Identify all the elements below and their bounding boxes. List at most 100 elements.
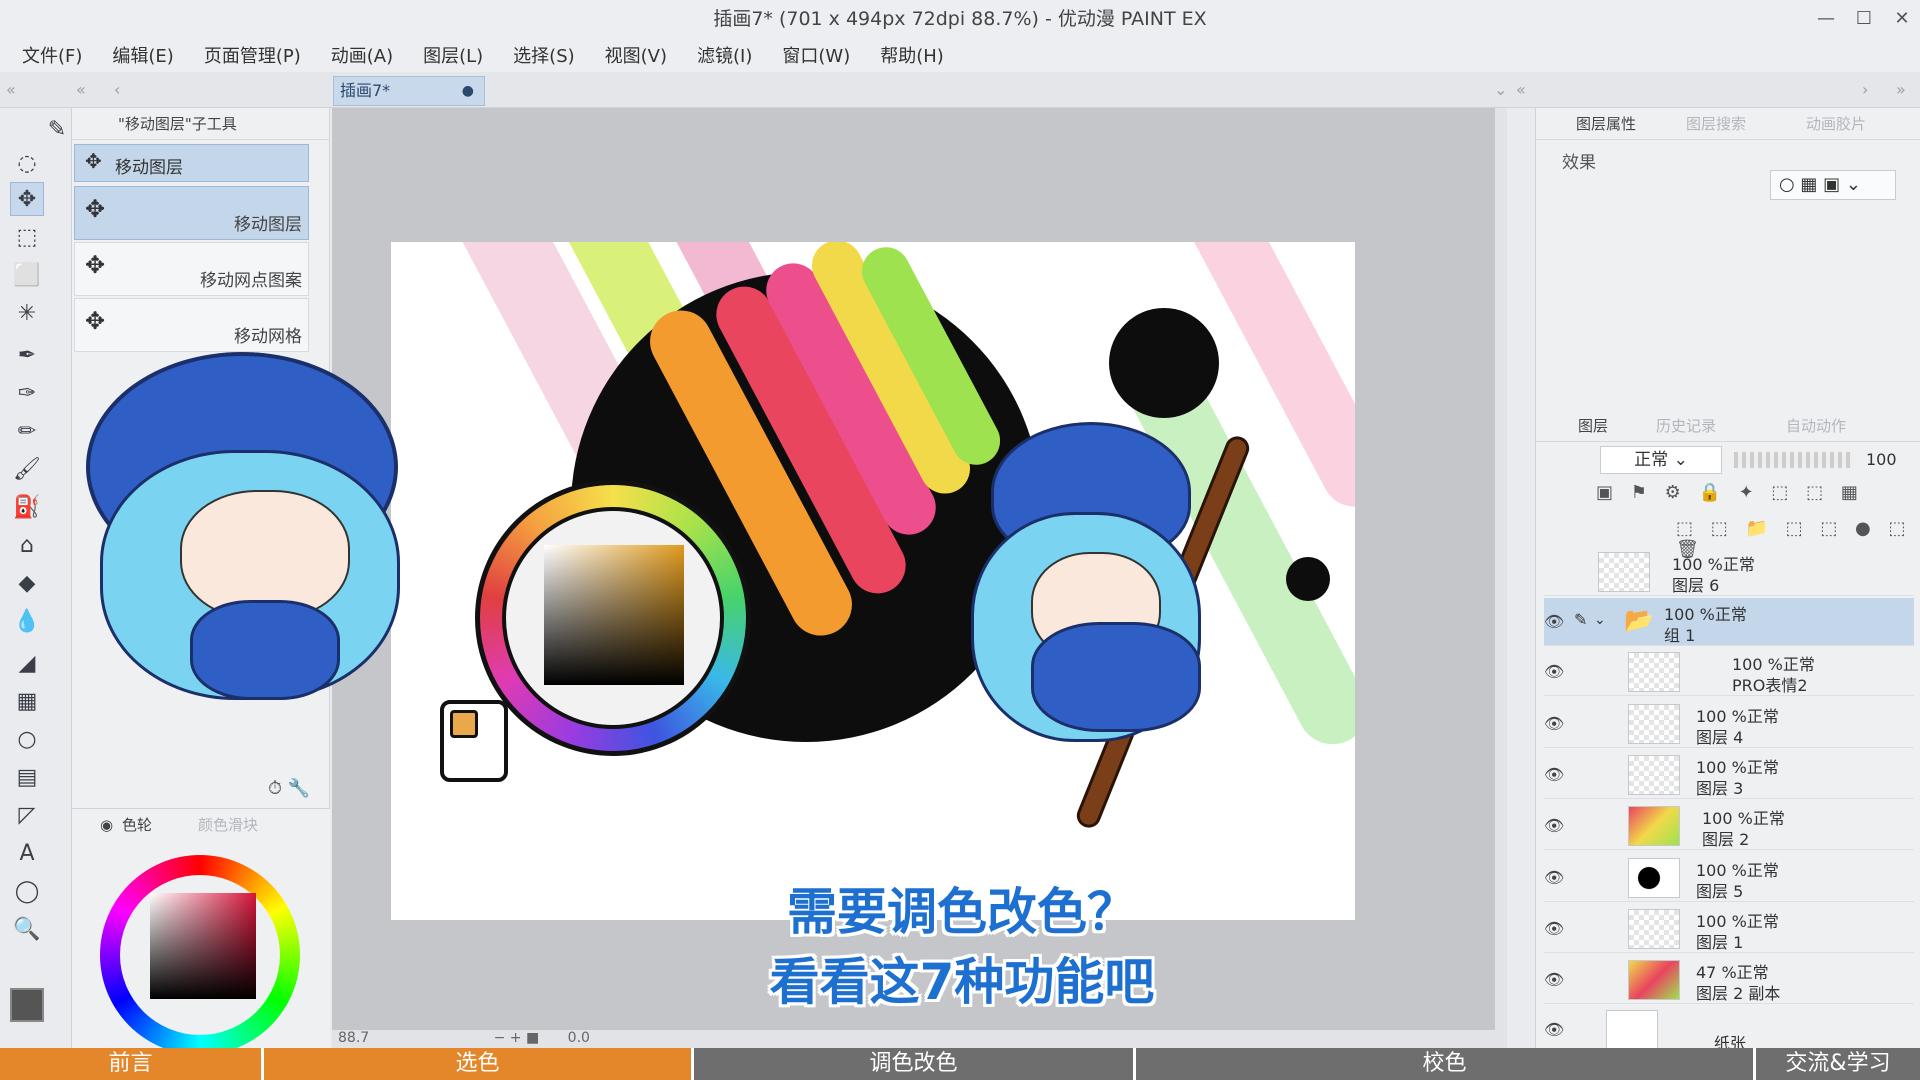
sub-tool-item-label: 移动网格 [234,327,302,347]
layer-row[interactable]: 👁 100 %正常 图层 2 [1544,802,1914,850]
blend-tool-icon[interactable]: 💧 [10,604,44,638]
layer-row[interactable]: 👁 47 %正常 图层 2 副本 [1544,956,1914,1004]
menu-filter[interactable]: 滤镜(I) [697,42,752,68]
color-sv-square[interactable] [150,893,256,999]
marquee-tool-icon[interactable]: ⬜ [10,258,44,292]
shape-tool-icon[interactable]: ○ [10,722,44,756]
frame-tool-icon[interactable]: ▤ [10,760,44,794]
scroll-left-icon[interactable]: ‹ [114,80,120,99]
pen-tool-icon[interactable]: ✑ [10,376,44,410]
eye-icon[interactable]: 👁 [1544,714,1564,733]
sub-tool-item-move-layer[interactable]: ✥ 移动图层 [74,186,309,240]
ruler-tool-icon[interactable]: ◸ [10,798,44,832]
layer-thumbnail [1628,652,1680,692]
chapter-proof-color[interactable]: 校色 [1136,1048,1756,1080]
tab-layer-search[interactable]: 图层搜索 [1686,108,1746,140]
layer-row[interactable]: 👁 100 %正常 图层 3 [1544,751,1914,799]
close-button[interactable]: ✕ [1892,0,1912,38]
scroll-right-icon[interactable]: › [1862,80,1868,99]
collapse-right-icon[interactable]: « [1516,80,1526,99]
tab-canvas[interactable]: 插画7* ● [333,76,485,106]
sub-tool-group[interactable]: ✥ 移动图层 [74,144,309,182]
tab-layer[interactable]: 图层 [1578,410,1608,442]
layer-row[interactable]: 👁 100 %正常 图层 4 [1544,700,1914,748]
artwork-canvas[interactable] [391,242,1355,920]
menu-page[interactable]: 页面管理(P) [204,42,301,68]
eye-icon[interactable]: 👁 [1544,662,1564,681]
object-tool-icon[interactable]: ⬚ [10,220,44,254]
menu-window[interactable]: 窗口(W) [782,42,850,68]
sub-tool-item-move-tone[interactable]: ✥ 移动网点图案 [74,242,309,296]
magic-wand-icon[interactable]: ✳ [10,296,44,330]
chapter-intro[interactable]: 前言 [0,1048,264,1080]
layer-row[interactable]: 👁 100 %正常 图层 1 [1544,905,1914,953]
tab-layer-property[interactable]: 图层属性 [1576,108,1636,140]
effect-buttons[interactable]: ○ ▦ ▣ ⌄ [1770,170,1896,200]
menu-file[interactable]: 文件(F) [22,42,82,68]
gradient-icon[interactable]: ▦ [10,684,44,718]
sub-tool-item-label: 移动网点图案 [200,271,302,291]
chapter-adjust-color[interactable]: 调色改色 [694,1048,1136,1080]
balloon-tool-icon[interactable]: ◯ [10,874,44,908]
brush-tool-icon[interactable]: 🖌 [10,452,44,486]
chapter-pick-color[interactable]: 选色 [264,1048,694,1080]
menu-edit[interactable]: 编辑(E) [112,42,173,68]
menu-animation[interactable]: 动画(A) [331,42,393,68]
layer-tool-icons[interactable]: ▣ ⚑ ⚙ 🔒 ✦ ⬚ ⬚ ▦ [1596,482,1864,503]
pen-quick-icon[interactable]: ✎ [40,112,74,146]
eye-icon[interactable]: 👁 [1544,765,1564,784]
move-tool-icon[interactable]: ✥ [10,182,44,216]
eraser-icon[interactable]: ◆ [10,566,44,600]
layer-row[interactable]: 👁 100 %正常 PRO表情2 [1544,648,1914,696]
zoom-readout[interactable]: 88.7 [338,1030,369,1046]
subtitle-line-1: 需要调色改色？ [787,883,1137,941]
tab-auto-action[interactable]: 自动动作 [1786,410,1846,442]
zoom-controls[interactable]: − + ■ [494,1030,540,1046]
collapse-left-icon-2[interactable]: « [76,80,86,99]
layer-row[interactable]: 👁 100 %正常 图层 5 [1544,854,1914,902]
menu-help[interactable]: 帮助(H) [880,42,944,68]
maximize-button[interactable]: ☐ [1854,0,1874,38]
eyedropper-icon[interactable]: ✒ [10,338,44,372]
menu-select[interactable]: 选择(S) [513,42,574,68]
chevron-down-icon[interactable]: ⌄ [1594,612,1606,628]
blend-mode-select[interactable]: 正常 ⌄ [1600,446,1722,474]
layer-row-paper[interactable]: 👁 纸张 [1544,1006,1914,1054]
eye-icon[interactable]: 👁 [1544,816,1564,835]
color-wheel-tab[interactable]: 色轮 [122,816,152,834]
eye-icon[interactable]: 👁 [1544,612,1564,631]
color-wheel-tab-icon[interactable]: ◉ [100,809,113,841]
chapter-community[interactable]: 交流&学习 [1756,1048,1920,1080]
menu-view[interactable]: 视图(V) [605,42,667,68]
sub-tool-header-text: "移动图层"子工具 [118,115,237,133]
minimize-button[interactable]: — [1816,0,1836,38]
fill-tool-icon[interactable]: ◢ [10,646,44,680]
opacity-slider[interactable] [1734,452,1854,468]
main-color-swatch[interactable] [10,988,44,1022]
collapse-left-icon[interactable]: « [6,80,16,99]
opacity-value[interactable]: 100 [1866,450,1897,469]
menu-layer[interactable]: 图层(L) [423,42,483,68]
expand-right-icon[interactable]: » [1896,80,1906,99]
illustration-color-wheel [475,480,751,756]
airbrush-icon[interactable]: ⛽ [10,490,44,524]
layer-thumbnail [1628,806,1680,846]
layer-row[interactable]: 100 %正常 图层 6 [1544,548,1914,596]
sub-tool-settings-icon[interactable]: ⏱ 🔧 [268,778,310,799]
lasso-tool-icon[interactable]: ◌ [10,146,44,180]
tab-history[interactable]: 历史记录 [1656,410,1716,442]
eye-icon[interactable]: 👁 [1544,1020,1564,1039]
decoration-icon[interactable]: ⌂ [10,528,44,562]
color-slider-tab[interactable]: 颜色滑块 [198,809,258,841]
layer-name: 图层 1 [1696,933,1744,952]
sub-tool-item-move-grid[interactable]: ✥ 移动网格 [74,298,309,352]
pencil-tool-icon[interactable]: ✏ [10,414,44,448]
tab-menu-chevron-icon[interactable]: ⌄ [1494,80,1507,99]
zoom-tool-icon[interactable]: 🔍 [10,912,44,946]
layer-row-group[interactable]: 👁 ✎ ⌄ 📂 100 %正常 组 1 [1544,598,1914,646]
right-panel: 图层属性 图层搜索 动画胶片 效果 ○ ▦ ▣ ⌄ 图层 历史记录 自动动作 正… [1535,108,1920,1053]
text-tool-icon[interactable]: A [10,836,44,870]
effect-label: 效果 [1562,153,1596,173]
angle-readout[interactable]: 0.0 [568,1030,590,1046]
tab-animation-cels[interactable]: 动画胶片 [1806,108,1866,140]
